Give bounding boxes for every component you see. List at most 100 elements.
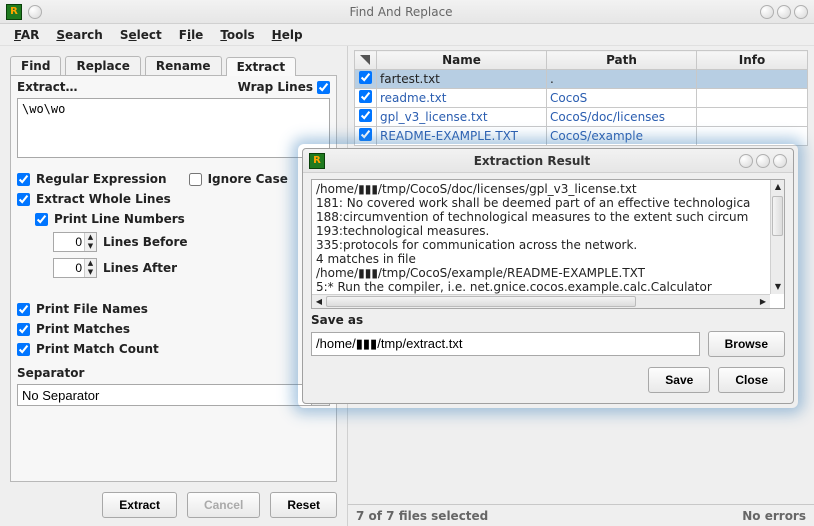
lines-after-spinner[interactable]: ▲▼ [53, 258, 97, 278]
column-info[interactable]: Info [697, 51, 808, 70]
dialog-title: Extraction Result [331, 154, 733, 168]
result-line: 5:* Run the compiler, i.e. net.gnice.coc… [316, 280, 780, 294]
scrollbar-vertical[interactable]: ▲ ▼ [770, 180, 784, 294]
result-line: 193:technological measures. [316, 224, 780, 238]
extract-button[interactable]: Extract [102, 492, 177, 518]
table-row[interactable]: readme.txtCocoS [355, 89, 808, 108]
result-line: 4 matches in file [316, 252, 780, 266]
tab-find[interactable]: Find [10, 56, 61, 75]
lines-after-label: Lines After [103, 261, 177, 275]
dialog-titlebar[interactable]: R Extraction Result [303, 149, 793, 173]
extract-panel: Extract… Wrap Lines \wo\wo Regular Expre… [10, 75, 337, 482]
main-titlebar[interactable]: R Find And Replace [0, 0, 814, 24]
statusbar: 7 of 7 files selected No errors [348, 504, 814, 526]
save-button[interactable]: Save [648, 367, 710, 393]
lines-before-spinner[interactable]: ▲▼ [53, 232, 97, 252]
spin-down-icon[interactable]: ▼ [84, 242, 96, 251]
cancel-button: Cancel [187, 492, 260, 518]
cell-info [697, 89, 808, 108]
menu-file[interactable]: File [171, 26, 212, 44]
print-matches-checkbox[interactable] [17, 323, 30, 336]
cell-info [697, 127, 808, 146]
left-button-bar: Extract Cancel Reset [6, 488, 341, 522]
cell-name: readme.txt [377, 89, 547, 108]
minimize-icon[interactable] [739, 154, 753, 168]
scroll-right-icon[interactable]: ▶ [757, 296, 769, 308]
cell-info [697, 108, 808, 127]
spin-up-icon[interactable]: ▲ [84, 233, 96, 242]
window-menu-icon[interactable] [28, 5, 42, 19]
scroll-left-icon[interactable]: ◀ [313, 296, 325, 308]
close-icon[interactable] [794, 5, 808, 19]
cell-name: README-EXAMPLE.TXT [377, 127, 547, 146]
column-path[interactable]: Path [547, 51, 697, 70]
scroll-up-icon[interactable]: ▲ [772, 181, 784, 193]
menu-tools[interactable]: Tools [212, 26, 262, 44]
cell-path: CocoS [547, 89, 697, 108]
column-name[interactable]: Name [377, 51, 547, 70]
column-select-all[interactable] [355, 51, 377, 70]
result-line: 335:protocols for communication across t… [316, 238, 780, 252]
result-line: /home/▮▮▮/tmp/CocoS/example/README-EXAMP… [316, 266, 780, 280]
cell-path: CocoS/example [547, 127, 697, 146]
save-as-input[interactable] [311, 332, 700, 356]
whole-lines-checkbox[interactable] [17, 193, 30, 206]
left-pane: Find Replace Rename Extract Extract… Wra… [0, 46, 348, 526]
print-line-numbers-label: Print Line Numbers [54, 212, 185, 226]
row-checkbox[interactable] [359, 109, 372, 122]
tab-rename[interactable]: Rename [145, 56, 222, 75]
lines-after-input[interactable] [54, 259, 84, 277]
menu-far[interactable]: FAR [6, 26, 47, 44]
ignore-case-label: Ignore Case [208, 172, 288, 186]
row-checkbox[interactable] [359, 90, 372, 103]
extraction-result-textarea[interactable]: /home/▮▮▮/tmp/CocoS/doc/licenses/gpl_v3_… [311, 179, 785, 309]
cell-path: CocoS/doc/licenses [547, 108, 697, 127]
window-title: Find And Replace [48, 5, 754, 19]
menu-help[interactable]: Help [264, 26, 311, 44]
tab-extract[interactable]: Extract [226, 57, 297, 76]
wrap-lines-label: Wrap Lines [238, 80, 313, 94]
table-row[interactable]: README-EXAMPLE.TXTCocoS/example [355, 127, 808, 146]
close-icon[interactable] [773, 154, 787, 168]
row-checkbox[interactable] [359, 128, 372, 141]
print-matches-label: Print Matches [36, 322, 130, 336]
reset-button[interactable]: Reset [270, 492, 337, 518]
spin-down-icon[interactable]: ▼ [84, 268, 96, 277]
wrap-lines-checkbox[interactable] [317, 81, 330, 94]
table-row[interactable]: fartest.txt. [355, 70, 808, 89]
file-table[interactable]: Name Path Info fartest.txt.readme.txtCoc… [354, 50, 808, 146]
separator-dropdown[interactable]: ▼ [17, 384, 330, 406]
regex-checkbox[interactable] [17, 173, 30, 186]
pattern-input[interactable]: \wo\wo [17, 98, 330, 158]
print-file-names-checkbox[interactable] [17, 303, 30, 316]
maximize-icon[interactable] [777, 5, 791, 19]
status-errors: No errors [742, 509, 806, 523]
minimize-icon[interactable] [760, 5, 774, 19]
browse-button[interactable]: Browse [708, 331, 785, 357]
menu-search[interactable]: Search [48, 26, 110, 44]
maximize-icon[interactable] [756, 154, 770, 168]
cell-path: . [547, 70, 697, 89]
menu-select[interactable]: Select [112, 26, 170, 44]
scroll-thumb[interactable] [772, 196, 783, 236]
tab-replace[interactable]: Replace [65, 56, 140, 75]
row-checkbox[interactable] [359, 71, 372, 84]
scroll-thumb[interactable] [326, 296, 636, 307]
print-line-numbers-checkbox[interactable] [35, 213, 48, 226]
scroll-down-icon[interactable]: ▼ [772, 281, 784, 293]
extract-label: Extract… [17, 80, 78, 94]
app-icon: R [309, 153, 325, 169]
scrollbar-horizontal[interactable]: ◀ ▶ [312, 294, 770, 308]
cell-name: fartest.txt [377, 70, 547, 89]
close-button[interactable]: Close [718, 367, 785, 393]
spin-up-icon[interactable]: ▲ [84, 259, 96, 268]
whole-lines-label: Extract Whole Lines [36, 192, 171, 206]
print-match-count-label: Print Match Count [36, 342, 159, 356]
table-row[interactable]: gpl_v3_license.txtCocoS/doc/licenses [355, 108, 808, 127]
menubar: FAR Search Select File Tools Help [0, 24, 814, 46]
ignore-case-checkbox[interactable] [189, 173, 202, 186]
print-match-count-checkbox[interactable] [17, 343, 30, 356]
lines-before-input[interactable] [54, 233, 84, 251]
extraction-result-dialog: R Extraction Result /home/▮▮▮/tmp/CocoS/… [302, 148, 794, 404]
separator-input[interactable] [18, 385, 311, 405]
